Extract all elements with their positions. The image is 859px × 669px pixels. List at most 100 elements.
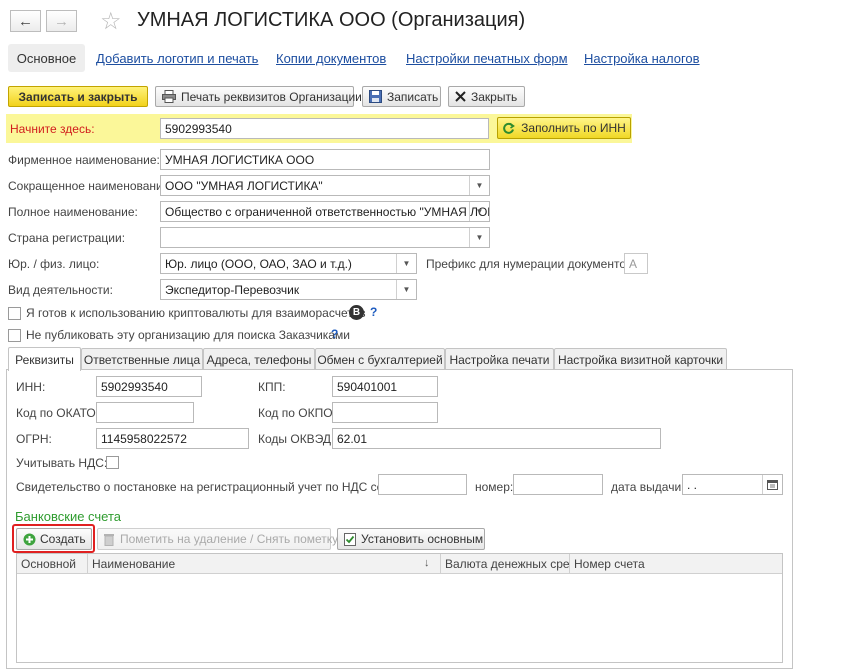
chevron-down-icon[interactable]: ▼	[396, 254, 416, 273]
certificate-series-input[interactable]	[378, 474, 467, 495]
certificate-number-label: номер:	[475, 480, 514, 494]
okved-input[interactable]: 62.01	[332, 428, 661, 449]
tab-print-settings[interactable]: Настройка печати	[445, 348, 554, 370]
set-main-label: Установить основным	[361, 532, 484, 546]
ogrn-label: ОГРН:	[16, 432, 52, 446]
floppy-disk-icon	[369, 90, 382, 103]
tab-requisites[interactable]: Реквизиты	[8, 347, 81, 371]
kpp-label: КПП:	[258, 380, 286, 394]
column-header-name[interactable]: Наименование	[88, 554, 441, 574]
inn-label: ИНН:	[16, 380, 46, 394]
issue-date-label: дата выдачи:	[611, 480, 685, 494]
prefix-label: Префикс для нумерации документов :	[426, 257, 640, 271]
tab-main[interactable]: Основное	[8, 44, 85, 72]
fill-by-inn-button[interactable]: Заполнить по ИНН	[497, 117, 631, 139]
mark-for-deletion-button[interactable]: Пометить на удаление / Снять пометку	[97, 528, 338, 550]
inn-input[interactable]: 5902993540	[96, 376, 202, 397]
vat-label: Учитывать НДС:	[16, 456, 108, 470]
close-label: Закрыть	[471, 89, 518, 104]
okved-label: Коды ОКВЭД:	[258, 432, 335, 446]
full-name-label: Полное наименование:	[8, 205, 138, 219]
arrow-left-icon: ←	[18, 12, 33, 30]
link-add-logo[interactable]: Добавить логотип и печать	[96, 51, 258, 66]
calendar-icon[interactable]	[762, 475, 782, 494]
chevron-down-icon[interactable]: ▼	[396, 280, 416, 299]
help-icon[interactable]: ?	[370, 305, 377, 319]
certificate-label: Свидетельство о постановке на регистраци…	[16, 480, 407, 494]
chevron-down-icon[interactable]: ▼	[469, 202, 489, 221]
country-label: Страна регистрации:	[8, 231, 126, 245]
firm-name-label: Фирменное наименование:	[8, 153, 160, 167]
save-and-close-button[interactable]: Записать и закрыть	[8, 86, 148, 107]
printer-icon	[162, 90, 176, 103]
favorite-star-icon[interactable]: ☆	[100, 7, 122, 36]
tab-business-card-settings[interactable]: Настройка визитной карточки	[554, 348, 727, 370]
short-name-combo[interactable]: ООО "УМНАЯ ЛОГИСТИКА" ▼	[160, 175, 490, 196]
trash-icon	[104, 533, 114, 546]
sort-arrow-icon: ↓	[424, 557, 430, 569]
activity-label: Вид деятельности:	[8, 283, 113, 297]
print-requisites-label: Печать реквизитов Организации	[181, 89, 362, 104]
legal-type-value: Юр. лицо (ООО, ОАО, ЗАО и т.д.)	[165, 257, 352, 271]
back-button[interactable]: ←	[10, 10, 41, 32]
okpo-input[interactable]	[332, 402, 438, 423]
prefix-input[interactable]: А	[624, 253, 648, 274]
fill-by-inn-label: Заполнить по ИНН	[521, 121, 626, 135]
tab-responsible-persons[interactable]: Ответственные лица	[81, 348, 203, 370]
start-here-label: Начните здесь:	[10, 122, 95, 136]
short-name-value: ООО "УМНАЯ ЛОГИСТИКА"	[165, 179, 323, 193]
bank-accounts-table[interactable]: Основной Наименование ↓ Валюта денежных …	[16, 553, 783, 663]
ogrn-input[interactable]: 1145958022572	[96, 428, 249, 449]
save-button[interactable]: Записать	[362, 86, 441, 107]
kpp-input[interactable]: 590401001	[332, 376, 438, 397]
full-name-combo[interactable]: Общество с ограниченной ответственностью…	[160, 201, 490, 222]
link-tax-settings[interactable]: Настройка налогов	[584, 51, 700, 66]
short-name-label: Сокращенное наименование:	[8, 179, 173, 193]
tab-addresses-phones[interactable]: Адреса, телефоны	[203, 348, 315, 370]
column-header-main[interactable]: Основной	[17, 554, 88, 574]
crypto-checkbox[interactable]	[8, 307, 21, 320]
page-title: УМНАЯ ЛОГИСТИКА ООО (Организация)	[137, 9, 526, 31]
close-button[interactable]: Закрыть	[448, 86, 525, 107]
issue-date-input[interactable]: . .	[682, 474, 783, 495]
forward-button[interactable]: →	[46, 10, 77, 32]
no-publish-label: Не публиковать эту организацию для поиск…	[26, 328, 350, 342]
vat-checkbox[interactable]	[106, 456, 119, 469]
bitcoin-icon: B	[349, 305, 364, 320]
arrow-right-icon: →	[54, 12, 69, 30]
no-publish-checkbox[interactable]	[8, 329, 21, 342]
issue-date-value: . .	[687, 478, 698, 492]
refresh-icon	[502, 122, 516, 135]
firm-name-input[interactable]: УМНАЯ ЛОГИСТИКА ООО	[160, 149, 490, 170]
checked-document-icon	[344, 532, 356, 546]
save-label: Записать	[387, 89, 439, 104]
plus-circle-icon	[23, 533, 36, 546]
okato-input[interactable]	[96, 402, 194, 423]
column-header-currency[interactable]: Валюта денежных сре...	[441, 554, 570, 574]
print-requisites-button[interactable]: Печать реквизитов Организации	[155, 86, 362, 107]
mark-for-deletion-label: Пометить на удаление / Снять пометку	[120, 532, 339, 546]
chevron-down-icon[interactable]: ▼	[469, 228, 489, 247]
full-name-value: Общество с ограниченной ответственностью…	[165, 205, 490, 219]
okpo-label: Код по ОКПО:	[258, 406, 336, 420]
create-button[interactable]: Создать	[16, 528, 92, 550]
chevron-down-icon[interactable]: ▼	[469, 176, 489, 195]
column-header-account-number[interactable]: Номер счета	[570, 554, 782, 574]
start-inn-input[interactable]: 5902993540	[160, 118, 489, 139]
activity-combo[interactable]: Экспедитор-Перевозчик ▼	[160, 279, 417, 300]
table-header: Основной Наименование ↓ Валюта денежных …	[17, 554, 782, 574]
okato-label: Код по ОКАТО:	[16, 406, 100, 420]
set-main-button[interactable]: Установить основным	[337, 528, 485, 550]
link-print-form-settings[interactable]: Настройки печатных форм	[406, 51, 568, 66]
legal-type-label: Юр. / физ. лицо:	[8, 257, 100, 271]
bank-accounts-title: Банковские счета	[15, 509, 122, 524]
crypto-label: Я готов к использованию криптовалюты для…	[26, 306, 366, 320]
save-and-close-label: Записать и закрыть	[18, 89, 138, 104]
close-icon	[455, 91, 466, 102]
country-combo[interactable]: ▼	[160, 227, 490, 248]
certificate-number-input[interactable]	[513, 474, 603, 495]
tab-accounting-exchange[interactable]: Обмен с бухгалтерией	[315, 348, 445, 370]
legal-type-combo[interactable]: Юр. лицо (ООО, ОАО, ЗАО и т.д.) ▼	[160, 253, 417, 274]
help-icon[interactable]: ?	[331, 327, 338, 341]
link-document-copies[interactable]: Копии документов	[276, 51, 386, 66]
